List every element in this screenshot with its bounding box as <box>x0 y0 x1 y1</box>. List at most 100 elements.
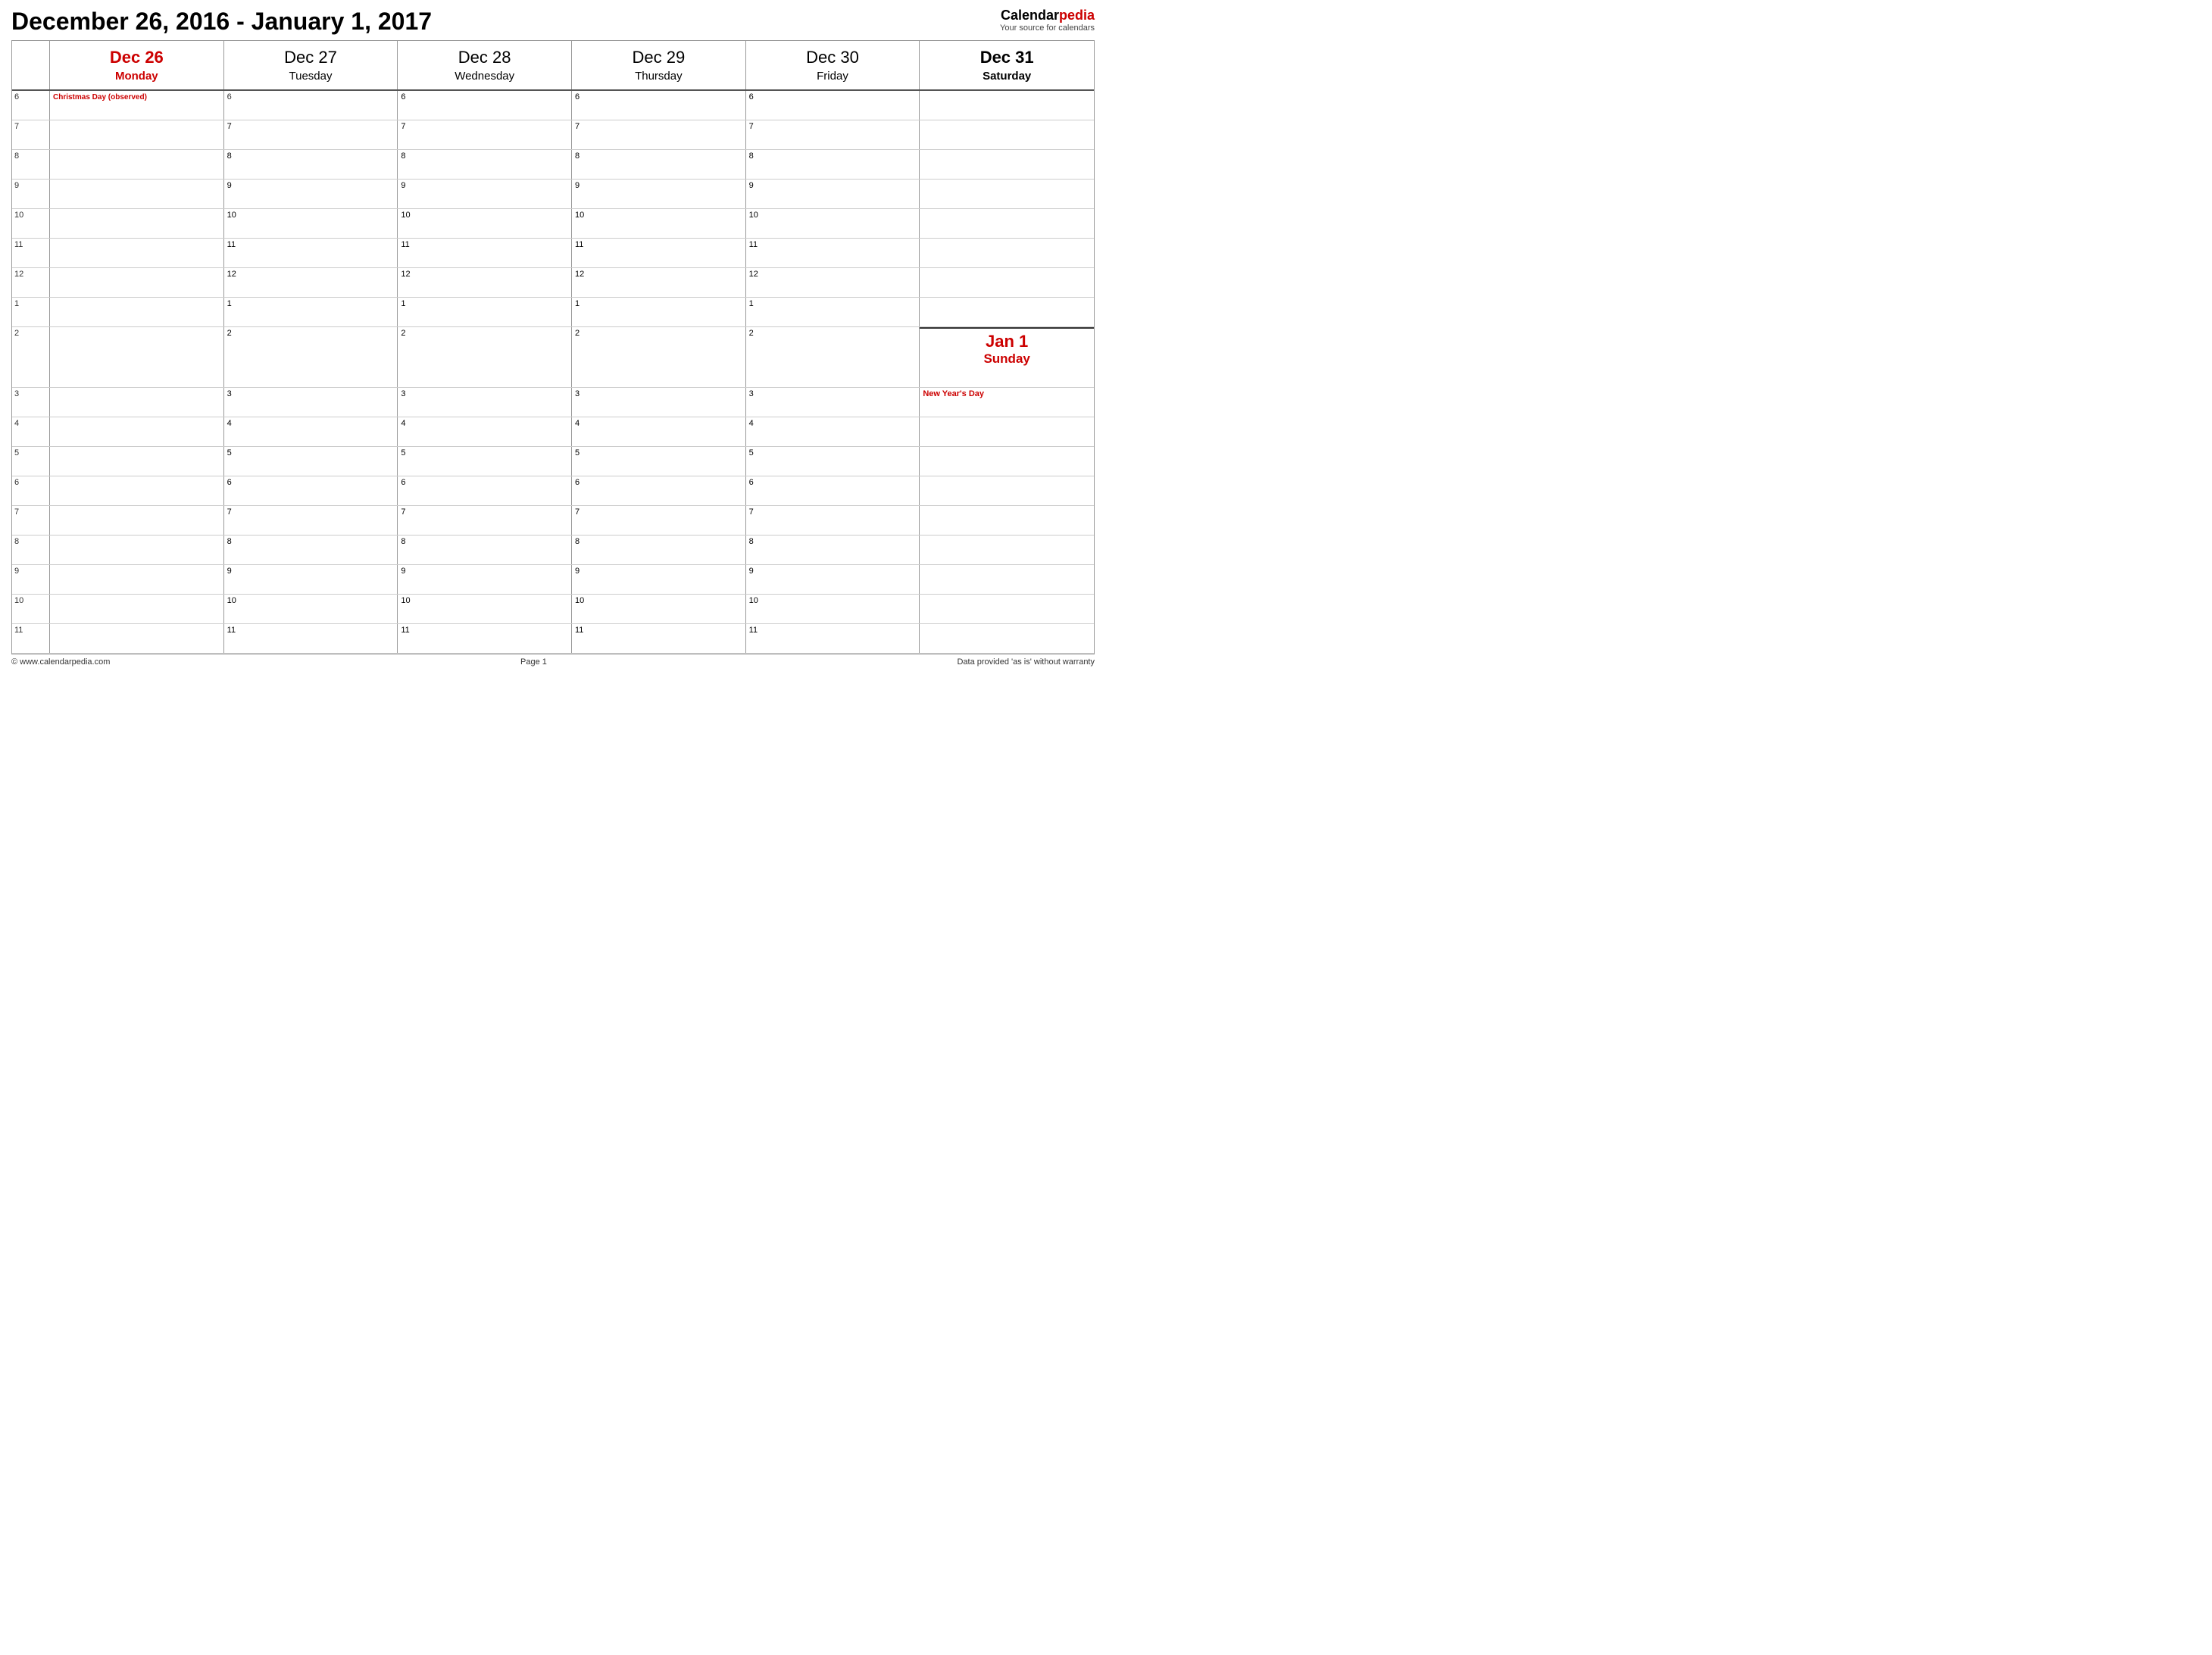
cell-dec27-9am[interactable]: 9 <box>224 180 398 208</box>
cell-dec30-12pm[interactable]: 12 <box>746 268 920 297</box>
cell-dec26-8pm[interactable] <box>50 536 224 564</box>
cell-dec28-9am[interactable]: 9 <box>398 180 572 208</box>
cell-dec26-3pm[interactable] <box>50 388 224 417</box>
cell-dec29-7pm[interactable]: 7 <box>572 506 746 535</box>
cell-dec27-7pm[interactable]: 7 <box>224 506 398 535</box>
cell-dec31-10am[interactable] <box>920 209 1094 238</box>
cell-jan1-9pm[interactable] <box>920 565 1094 594</box>
cell-dec29-7am[interactable]: 7 <box>572 120 746 149</box>
cell-dec28-7pm[interactable]: 7 <box>398 506 572 535</box>
cell-dec26-12pm[interactable] <box>50 268 224 297</box>
cell-dec29-1pm[interactable]: 1 <box>572 298 746 326</box>
cell-dec28-1pm[interactable]: 1 <box>398 298 572 326</box>
cell-dec28-9pm[interactable]: 9 <box>398 565 572 594</box>
cell-dec28-8pm[interactable]: 8 <box>398 536 572 564</box>
cell-dec28-7am[interactable]: 7 <box>398 120 572 149</box>
cell-dec26-1pm[interactable] <box>50 298 224 326</box>
cell-dec26-10pm[interactable] <box>50 595 224 623</box>
cell-jan1-5pm[interactable] <box>920 447 1094 476</box>
cell-dec29-6am[interactable]: 6 <box>572 91 746 120</box>
cell-dec26-6pm[interactable] <box>50 476 224 505</box>
cell-jan1-7pm[interactable] <box>920 506 1094 535</box>
cell-dec28-10pm[interactable]: 10 <box>398 595 572 623</box>
cell-dec30-10pm[interactable]: 10 <box>746 595 920 623</box>
cell-dec30-10am[interactable]: 10 <box>746 209 920 238</box>
cell-jan1-6pm[interactable] <box>920 476 1094 505</box>
cell-dec30-11am[interactable]: 11 <box>746 239 920 267</box>
cell-dec28-8am[interactable]: 8 <box>398 150 572 179</box>
cell-jan1-3pm[interactable]: New Year's Day <box>920 388 1094 417</box>
cell-dec31-7am[interactable] <box>920 120 1094 149</box>
cell-dec26-7pm[interactable] <box>50 506 224 535</box>
cell-dec27-8pm[interactable]: 8 <box>224 536 398 564</box>
cell-dec28-2pm[interactable]: 2 <box>398 327 572 387</box>
cell-dec29-12pm[interactable]: 12 <box>572 268 746 297</box>
cell-dec27-10am[interactable]: 10 <box>224 209 398 238</box>
cell-dec29-10am[interactable]: 10 <box>572 209 746 238</box>
cell-dec28-11am[interactable]: 11 <box>398 239 572 267</box>
cell-dec26-10am[interactable] <box>50 209 224 238</box>
cell-dec26-8am[interactable] <box>50 150 224 179</box>
cell-dec27-6am[interactable]: 6 <box>224 91 398 120</box>
cell-dec29-4pm[interactable]: 4 <box>572 417 746 446</box>
cell-dec26-6am[interactable]: Christmas Day (observed) <box>50 91 224 120</box>
cell-dec26-5pm[interactable] <box>50 447 224 476</box>
cell-dec26-11pm[interactable] <box>50 624 224 653</box>
cell-dec27-9pm[interactable]: 9 <box>224 565 398 594</box>
cell-dec27-11am[interactable]: 11 <box>224 239 398 267</box>
cell-dec27-11pm[interactable]: 11 <box>224 624 398 653</box>
cell-dec26-2pm[interactable] <box>50 327 224 387</box>
cell-dec27-1pm[interactable]: 1 <box>224 298 398 326</box>
cell-dec28-3pm[interactable]: 3 <box>398 388 572 417</box>
cell-dec27-5pm[interactable]: 5 <box>224 447 398 476</box>
cell-dec29-9am[interactable]: 9 <box>572 180 746 208</box>
cell-dec27-7am[interactable]: 7 <box>224 120 398 149</box>
cell-jan1-8pm[interactable] <box>920 536 1094 564</box>
cell-dec31-8am[interactable] <box>920 150 1094 179</box>
cell-dec28-4pm[interactable]: 4 <box>398 417 572 446</box>
cell-dec27-8am[interactable]: 8 <box>224 150 398 179</box>
cell-dec29-10pm[interactable]: 10 <box>572 595 746 623</box>
cell-dec29-3pm[interactable]: 3 <box>572 388 746 417</box>
cell-jan1-11pm[interactable] <box>920 624 1094 653</box>
cell-dec29-11am[interactable]: 11 <box>572 239 746 267</box>
cell-dec29-11pm[interactable]: 11 <box>572 624 746 653</box>
cell-dec30-9pm[interactable]: 9 <box>746 565 920 594</box>
cell-dec30-1pm[interactable]: 1 <box>746 298 920 326</box>
cell-dec29-8am[interactable]: 8 <box>572 150 746 179</box>
cell-dec30-3pm[interactable]: 3 <box>746 388 920 417</box>
cell-dec30-7am[interactable]: 7 <box>746 120 920 149</box>
cell-dec28-6pm[interactable]: 6 <box>398 476 572 505</box>
cell-dec31-9am[interactable] <box>920 180 1094 208</box>
cell-dec26-9am[interactable] <box>50 180 224 208</box>
cell-dec29-6pm[interactable]: 6 <box>572 476 746 505</box>
cell-dec27-12pm[interactable]: 12 <box>224 268 398 297</box>
cell-dec30-8pm[interactable]: 8 <box>746 536 920 564</box>
cell-dec30-8am[interactable]: 8 <box>746 150 920 179</box>
cell-dec31-6am[interactable] <box>920 91 1094 120</box>
cell-dec29-9pm[interactable]: 9 <box>572 565 746 594</box>
cell-dec29-8pm[interactable]: 8 <box>572 536 746 564</box>
cell-dec31-12pm[interactable] <box>920 268 1094 297</box>
cell-dec28-11pm[interactable]: 11 <box>398 624 572 653</box>
cell-dec27-4pm[interactable]: 4 <box>224 417 398 446</box>
cell-dec27-10pm[interactable]: 10 <box>224 595 398 623</box>
cell-dec30-4pm[interactable]: 4 <box>746 417 920 446</box>
cell-dec26-11am[interactable] <box>50 239 224 267</box>
cell-jan1-4pm[interactable] <box>920 417 1094 446</box>
cell-dec27-3pm[interactable]: 3 <box>224 388 398 417</box>
cell-dec28-6am[interactable]: 6 <box>398 91 572 120</box>
cell-dec30-2pm[interactable]: 2 <box>746 327 920 387</box>
cell-dec30-6pm[interactable]: 6 <box>746 476 920 505</box>
cell-dec28-12pm[interactable]: 12 <box>398 268 572 297</box>
cell-dec30-6am[interactable]: 6 <box>746 91 920 120</box>
cell-dec29-2pm[interactable]: 2 <box>572 327 746 387</box>
cell-dec28-5pm[interactable]: 5 <box>398 447 572 476</box>
cell-dec30-9am[interactable]: 9 <box>746 180 920 208</box>
cell-dec30-11pm[interactable]: 11 <box>746 624 920 653</box>
cell-dec29-5pm[interactable]: 5 <box>572 447 746 476</box>
cell-dec30-5pm[interactable]: 5 <box>746 447 920 476</box>
cell-dec31-1pm[interactable] <box>920 298 1094 326</box>
cell-dec28-10am[interactable]: 10 <box>398 209 572 238</box>
cell-dec27-6pm[interactable]: 6 <box>224 476 398 505</box>
